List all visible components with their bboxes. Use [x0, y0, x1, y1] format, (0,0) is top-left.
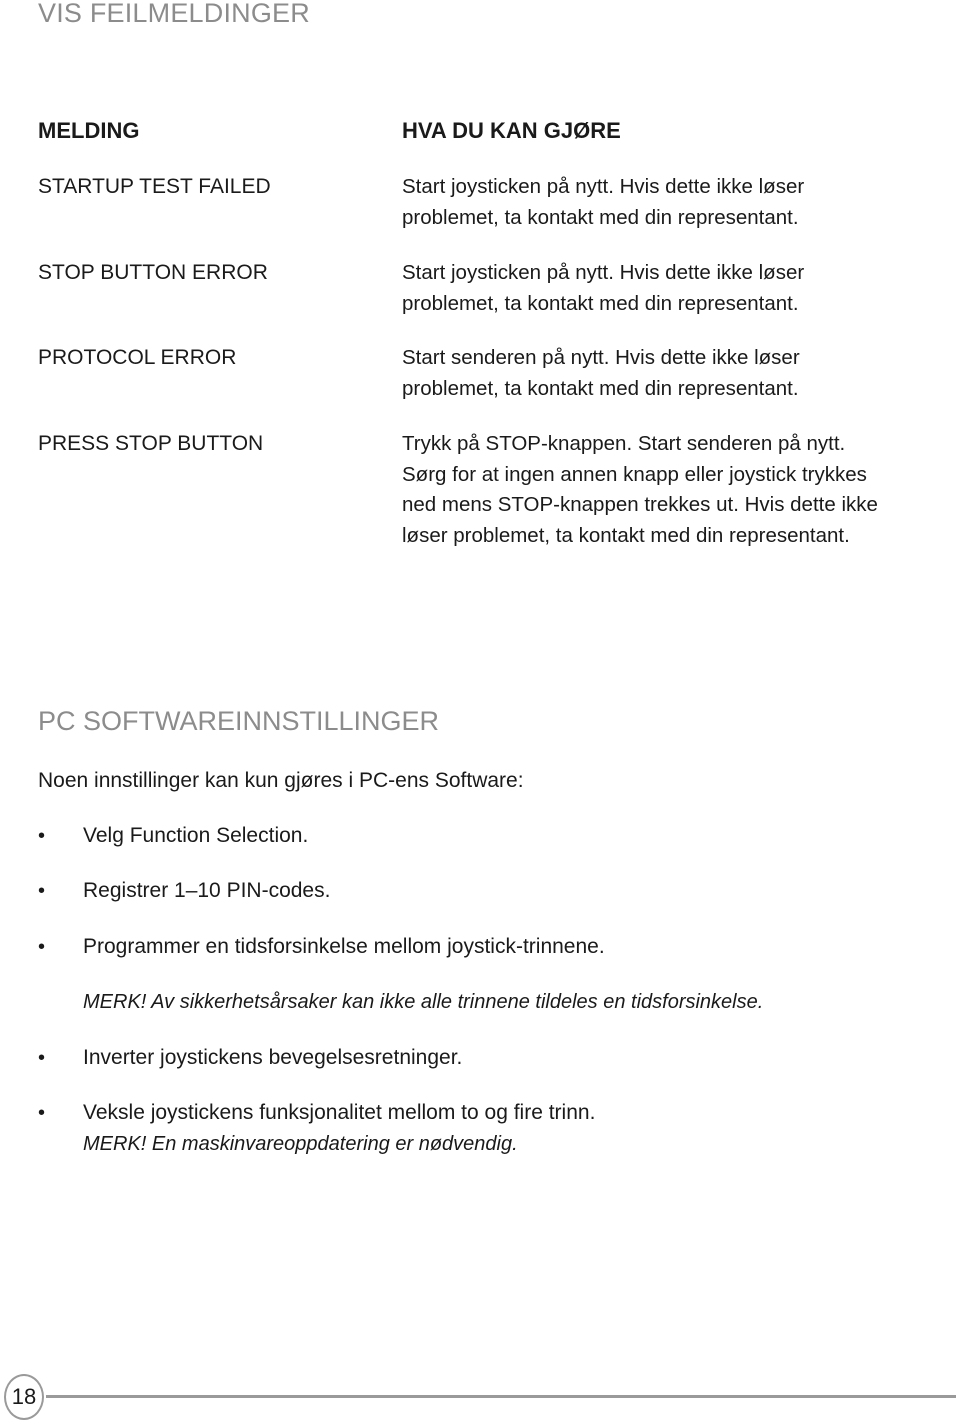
error-message: PROTOCOL ERROR — [38, 346, 237, 369]
list-item-text: Inverter joystickens bevegelsesretninger… — [83, 1046, 463, 1069]
action-line: løser problemet, ta kontakt med din repr… — [402, 523, 850, 547]
section-intro: Noen innstillinger kan kun gjøres i PC-e… — [38, 769, 524, 792]
action-line: problemet, ta kontakt med din representa… — [402, 376, 799, 400]
page-number: 18 — [11, 1384, 37, 1409]
note-text: MERK! En maskinvareoppdatering er nødven… — [83, 1133, 518, 1155]
error-action: Start senderen på nytt. Hvis dette ikke … — [402, 343, 942, 404]
bullet-icon: • — [38, 1102, 46, 1124]
action-line: Trykk på STOP-knappen. Start senderen på… — [402, 432, 846, 455]
page-title: VIS FEILMELDINGER — [38, 0, 310, 28]
bullet-icon: • — [38, 825, 46, 847]
list-item-text: Velg Function Selection. — [83, 824, 309, 847]
error-message: STOP BUTTON ERROR — [38, 261, 268, 284]
action-line: Start joysticken på nytt. Hvis dette ikk… — [402, 175, 805, 198]
column-header-action: HVA DU KAN GJØRE — [402, 118, 621, 143]
bullet-icon: • — [38, 1047, 46, 1069]
list-item-text: Registrer 1–10 PIN-codes. — [83, 879, 331, 902]
page-number-badge: 18 — [4, 1374, 44, 1420]
footer-divider — [46, 1395, 956, 1398]
action-line: problemet, ta kontakt med din representa… — [402, 291, 799, 315]
action-line: Start senderen på nytt. Hvis dette ikke … — [402, 346, 800, 369]
list-item-text: Veksle joystickens funksjonalitet mellom… — [83, 1101, 596, 1124]
error-message: STARTUP TEST FAILED — [38, 175, 271, 198]
column-header-message: MELDING — [38, 118, 140, 143]
action-line: Start joysticken på nytt. Hvis dette ikk… — [402, 261, 805, 284]
error-action: Start joysticken på nytt. Hvis dette ikk… — [402, 172, 942, 233]
action-line: problemet, ta kontakt med din representa… — [402, 205, 799, 229]
error-action: Trykk på STOP-knappen. Start senderen på… — [402, 429, 942, 551]
error-action: Start joysticken på nytt. Hvis dette ikk… — [402, 258, 942, 319]
bullet-icon: • — [38, 936, 46, 958]
action-line: ned mens STOP-knappen trekkes ut. Hvis d… — [402, 493, 878, 516]
bullet-icon: • — [38, 880, 46, 902]
note-text: MERK! Av sikkerhetsårsaker kan ikke alle… — [83, 991, 764, 1013]
list-item-text: Programmer en tidsforsinkelse mellom joy… — [83, 935, 605, 958]
error-message: PRESS STOP BUTTON — [38, 432, 264, 455]
section-title: PC SOFTWAREINNSTILLINGER — [38, 706, 440, 736]
action-line: Sørg for at ingen annen knapp eller joys… — [402, 462, 867, 486]
